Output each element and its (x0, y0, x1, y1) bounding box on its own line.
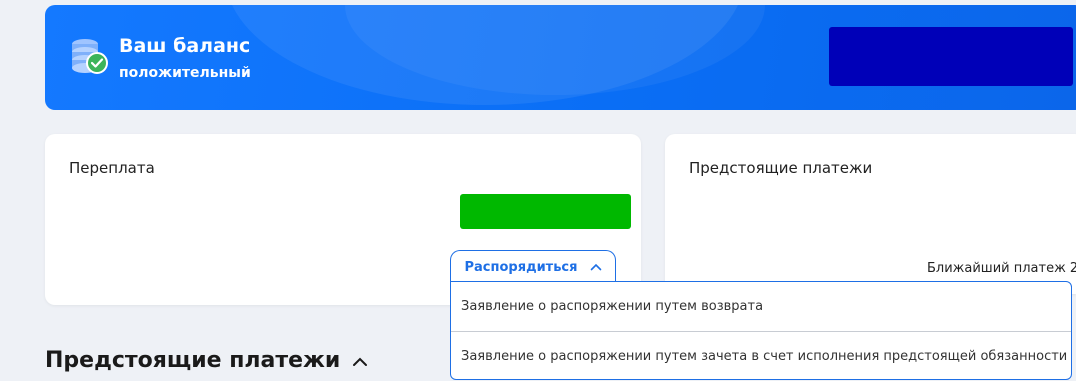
overpayment-title: Переплата (69, 159, 155, 177)
balance-banner: Ваш баланс положительный (45, 5, 1076, 110)
dispose-button-label: Распорядиться (464, 260, 578, 275)
upcoming-payments-card: Предстоящие платежи Ближайший платеж 2 (665, 134, 1076, 294)
chevron-up-icon (590, 260, 602, 275)
section-title: Предстоящие платежи (45, 348, 341, 373)
menu-item-refund[interactable]: Заявление о распоряжении путем возврата (451, 282, 1071, 331)
menu-item-offset[interactable]: Заявление о распоряжении путем зачета в … (451, 331, 1071, 380)
balance-title: Ваш баланс (119, 35, 251, 57)
chevron-up-icon[interactable] (352, 348, 368, 373)
coins-check-icon (70, 35, 110, 79)
overpayment-card: Переплата Распорядиться (45, 134, 641, 305)
dispose-button[interactable]: Распорядиться (450, 250, 616, 284)
upcoming-payments-title: Предстоящие платежи (689, 159, 873, 177)
dispose-dropdown-menu: Заявление о распоряжении путем возврата … (450, 281, 1072, 380)
nearest-payment-label: Ближайший платеж 2 (927, 261, 1076, 276)
redacted-balance-block (829, 27, 1073, 86)
upcoming-payments-section[interactable]: Предстоящие платежи (45, 348, 368, 373)
redacted-overpayment-amount (460, 194, 631, 229)
balance-status: положительный (119, 65, 251, 81)
